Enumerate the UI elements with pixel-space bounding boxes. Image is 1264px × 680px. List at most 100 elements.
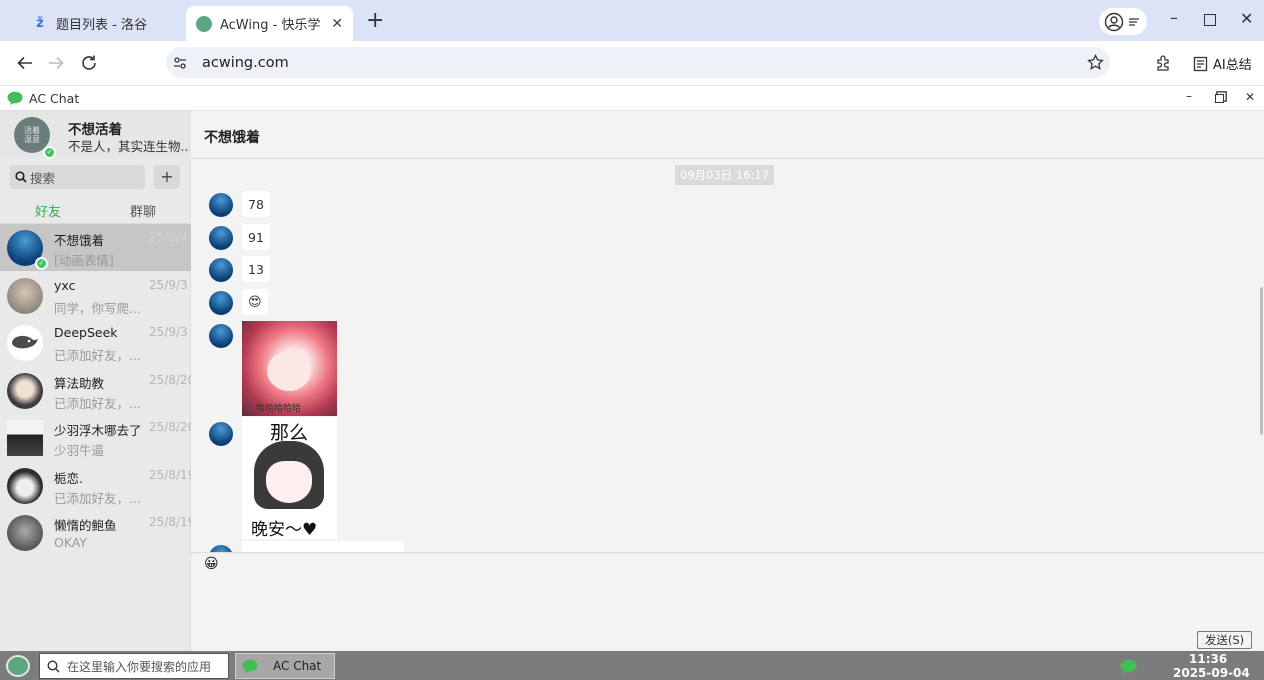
sticker-image[interactable]: 那么 晚安～♥ xyxy=(242,417,337,539)
search-icon xyxy=(47,659,60,673)
chat-preview: 已添加好友，... xyxy=(54,491,141,506)
avatar[interactable] xyxy=(209,226,233,250)
chat-list: ✓ 不想饿着 [动画表情] 25/9/4 yxc 同学，你写爬... 25/9/… xyxy=(0,224,191,554)
chat-preview: OKAY xyxy=(54,535,88,550)
message-input[interactable] xyxy=(191,579,1264,631)
maximize-window-icon[interactable] xyxy=(1204,14,1216,26)
taskbar-search-input[interactable]: 在这里输入你要搜索的应用 xyxy=(39,653,229,679)
new-tab-button[interactable]: + xyxy=(366,8,384,33)
tab-groups[interactable]: 群聊 xyxy=(130,201,156,220)
taskbar-app-label: AC Chat xyxy=(273,659,322,673)
avatar[interactable] xyxy=(209,291,233,315)
add-contact-button[interactable]: + xyxy=(154,165,180,189)
profile-icon xyxy=(1104,12,1124,31)
avatar xyxy=(7,468,43,504)
search-placeholder: 搜索 xyxy=(30,170,56,186)
list-item[interactable]: ✓ 不想饿着 [动画表情] 25/9/4 xyxy=(0,224,191,271)
url-text: acwing.com xyxy=(202,54,289,71)
ai-summary-button[interactable]: AI总结 xyxy=(1193,54,1252,73)
app-title-bar: AC Chat – ✕ xyxy=(0,86,1264,111)
online-status-icon: ✓ xyxy=(43,146,56,159)
app-minimize-icon[interactable]: – xyxy=(1186,89,1192,103)
message-bubble[interactable]: 91 xyxy=(242,224,270,250)
taskbar-app-button[interactable]: AC Chat xyxy=(235,653,335,679)
chat-time: 25/8/19 xyxy=(149,468,191,482)
chat-time: 25/8/19 xyxy=(149,515,191,529)
list-item[interactable]: 算法助教 已添加好友，... 25/8/20 xyxy=(0,367,191,414)
sticker-image[interactable]: 哈哈哈哈哈 xyxy=(242,321,337,416)
tab-friends[interactable]: 好友 xyxy=(35,201,61,220)
chat-name: 不想饿着 xyxy=(54,233,105,248)
reload-icon[interactable] xyxy=(79,53,99,73)
chat-name: yxc xyxy=(54,278,76,293)
chat-name: 栀恋. xyxy=(54,471,83,486)
tab-acwing[interactable]: AcWing - 快乐学习 ✕ xyxy=(186,6,353,41)
message-bubble[interactable] xyxy=(242,541,404,552)
taskbar: 在这里输入你要搜索的应用 AC Chat 11:36 2025-09-04 xyxy=(0,651,1264,680)
browser-tab-strip: ž 题目列表 - 洛谷 AcWing - 快乐学习 ✕ + – ✕ xyxy=(0,0,1264,41)
close-tab-icon[interactable]: ✕ xyxy=(331,16,343,32)
close-window-icon[interactable]: ✕ xyxy=(1240,9,1253,28)
chat-time: 25/8/20 xyxy=(149,420,191,434)
conversation-title: 不想饿着 xyxy=(204,130,260,146)
chat-preview: 已添加好友，... xyxy=(54,396,141,411)
list-item[interactable]: DeepSeek 已添加好友，... 25/9/3 xyxy=(0,319,191,366)
chat-name: DeepSeek xyxy=(54,325,118,340)
avatar[interactable] xyxy=(209,324,233,348)
chat-panel: 不想饿着 09月03日 16:17 78 91 13 😍 哈哈哈哈哈 那么 晚安… xyxy=(191,111,1264,651)
search-input[interactable]: 搜索 xyxy=(10,165,145,189)
clock-date: 2025-09-04 xyxy=(1173,666,1250,680)
scrollbar-thumb[interactable] xyxy=(1260,287,1263,435)
wechat-icon xyxy=(7,91,23,105)
minimize-window-icon[interactable]: – xyxy=(1170,8,1178,27)
message-bubble[interactable]: 😍 xyxy=(242,289,268,315)
list-item[interactable]: 少羽浮木哪去了 少羽牛逼 25/8/20 xyxy=(0,414,191,461)
profile-button[interactable] xyxy=(1099,8,1147,35)
avatar[interactable] xyxy=(209,193,233,217)
app-restore-icon[interactable] xyxy=(1215,94,1224,103)
profile-header: 活着 温意 ✓ 不想活着 不是人，其实连生物... xyxy=(0,111,191,159)
send-button[interactable]: 发送(S) xyxy=(1197,631,1252,649)
chat-time: 25/9/3 xyxy=(149,278,188,292)
start-button[interactable] xyxy=(6,655,30,677)
back-icon[interactable] xyxy=(15,53,35,73)
tray-chat-icon[interactable] xyxy=(1120,659,1137,674)
input-divider xyxy=(191,552,1264,553)
browser-toolbar: acwing.com AI总结 xyxy=(0,41,1264,86)
avatar xyxy=(7,373,43,409)
tab-luogu[interactable]: ž 题目列表 - 洛谷 xyxy=(22,6,182,41)
address-bar[interactable]: acwing.com xyxy=(166,47,1110,78)
extensions-icon[interactable] xyxy=(1154,53,1174,73)
list-item[interactable]: yxc 同学，你写爬... 25/9/3 xyxy=(0,272,191,319)
document-icon xyxy=(1193,56,1208,71)
search-icon xyxy=(15,171,27,183)
app-close-icon[interactable]: ✕ xyxy=(1245,90,1255,104)
forward-icon[interactable] xyxy=(46,53,66,73)
list-item[interactable]: 栀恋. 已添加好友，... 25/8/19 xyxy=(0,462,191,509)
online-status-icon: ✓ xyxy=(35,257,48,270)
clock-time: 11:36 xyxy=(1189,652,1228,666)
message-bubble[interactable]: 13 xyxy=(242,256,270,282)
emoji-button[interactable]: 😀 xyxy=(204,556,219,572)
site-settings-icon[interactable] xyxy=(172,55,188,71)
list-item[interactable]: 懒惰的鲍鱼 OKAY 25/8/19 xyxy=(0,509,191,556)
sticker-bottom-text: 晚安～♥ xyxy=(251,520,318,539)
avatar[interactable] xyxy=(209,545,233,552)
chat-name: 懒惰的鲍鱼 xyxy=(54,518,117,533)
avatar xyxy=(7,325,43,361)
avatar xyxy=(7,420,43,456)
profile-name: 不想活着 xyxy=(68,122,122,138)
chat-time: 25/8/20 xyxy=(149,373,191,387)
avatar[interactable] xyxy=(209,258,233,282)
bookmark-star-icon[interactable] xyxy=(1087,54,1104,71)
ai-summary-label: AI总结 xyxy=(1213,58,1252,73)
message-bubble[interactable]: 78 xyxy=(242,191,270,217)
luogu-favicon-icon: ž xyxy=(36,16,44,31)
sticker-face xyxy=(266,461,312,503)
chat-sidebar: 活着 温意 ✓ 不想活着 不是人，其实连生物... 搜索 + 好友 群聊 ✓ 不想… xyxy=(0,111,191,651)
chat-preview: 同学，你写爬... xyxy=(54,301,141,316)
chat-name: 少羽浮木哪去了 xyxy=(54,423,142,438)
acwing-favicon-icon xyxy=(196,15,212,32)
avatar[interactable] xyxy=(209,422,233,446)
chat-time: 25/9/3 xyxy=(149,325,188,339)
